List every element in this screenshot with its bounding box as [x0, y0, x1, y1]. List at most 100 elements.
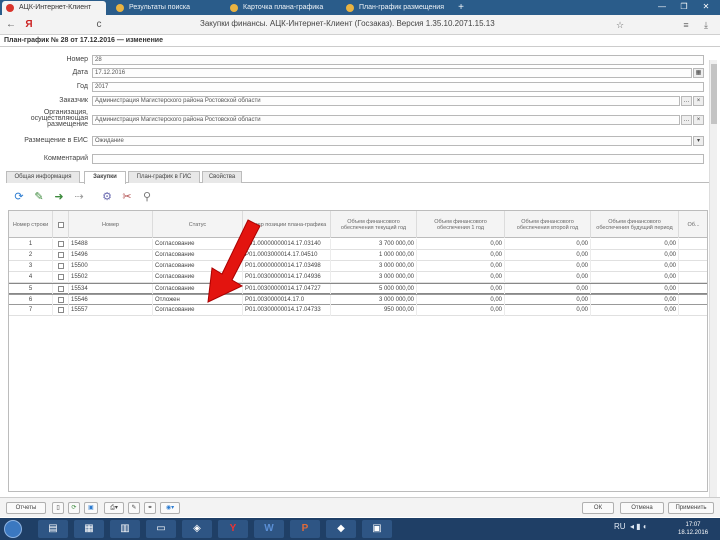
browser-tab-2[interactable]: Результаты поиска — [112, 1, 216, 15]
table-row[interactable]: 4 15502 Согласование P01.00300000014.17.049… — [9, 272, 707, 283]
table-row[interactable]: 3 15500 Согласование P01.00000000014.17.034… — [9, 261, 707, 272]
folder-icon[interactable]: ▭ — [146, 520, 176, 538]
minimize-button[interactable]: — — [652, 1, 672, 13]
taskbar-app-icon[interactable]: ▣ — [362, 520, 392, 538]
taskbar-app-icon[interactable]: ◈ — [182, 520, 212, 538]
apply-button[interactable]: Применить — [668, 502, 714, 514]
table-row[interactable]: 1 15488 Согласование P01.00000000014.17.031… — [9, 239, 707, 250]
date-field[interactable]: 17.12.2016 — [92, 68, 692, 78]
star-icon[interactable]: ☆ — [614, 18, 626, 32]
move-icon[interactable]: ⇢ — [72, 190, 86, 204]
download-icon[interactable]: ⤓ — [700, 18, 712, 32]
powerpoint-icon[interactable]: P — [290, 520, 320, 538]
tab-general-info[interactable]: Общая информация — [6, 171, 80, 183]
refresh-icon[interactable]: ⟳ — [12, 190, 26, 204]
save-icon[interactable]: ▣ — [84, 502, 98, 514]
filter-icon[interactable]: ⚲ — [140, 190, 154, 204]
back-button[interactable]: ← — [4, 18, 18, 32]
col-year-1[interactable]: Объем финансового обеспечения 1 год — [417, 211, 505, 238]
customer-select-button[interactable]: … — [681, 96, 692, 106]
refresh-small-icon[interactable]: ⟳ — [68, 502, 80, 514]
row-checkbox[interactable] — [58, 274, 64, 280]
maximize-button[interactable]: ❐ — [674, 1, 694, 13]
row-checkbox[interactable] — [58, 241, 64, 247]
yandex-logo-icon[interactable]: Я — [22, 18, 36, 32]
status-select[interactable]: Ожидание — [92, 136, 692, 146]
col-year-2[interactable]: Объем финансового обеспечения второй год — [505, 211, 591, 238]
yandex-browser-icon[interactable]: Y — [218, 520, 248, 538]
table-row[interactable]: 7 15557 Согласование P01.00300000014.17.047… — [9, 305, 707, 316]
tab-purchases[interactable]: Закупки — [84, 171, 126, 184]
row-checkbox[interactable] — [58, 297, 64, 303]
add-icon[interactable]: ➜ — [52, 190, 66, 204]
vertical-scrollbar[interactable] — [709, 60, 717, 500]
taskbar-app-icon[interactable]: ◆ — [326, 520, 356, 538]
comment-field[interactable] — [92, 154, 704, 164]
clock-time: 17:07 — [685, 522, 701, 528]
org-field[interactable]: Администрация Магистерского района Росто… — [92, 115, 680, 125]
number-field[interactable]: 28 — [92, 55, 704, 65]
attach-icon[interactable]: ✎ — [128, 502, 140, 514]
reports-button[interactable]: Отчеты — [6, 502, 46, 514]
row-checkbox[interactable] — [58, 286, 64, 292]
col-select-all[interactable] — [53, 211, 69, 238]
site-favicon-icon — [116, 4, 124, 12]
edit-icon[interactable]: ✎ — [32, 190, 46, 204]
select-all-checkbox[interactable] — [57, 221, 64, 228]
col-current-year[interactable]: Объем финансового обеспечения текущий го… — [331, 211, 417, 238]
scrollbar-thumb[interactable] — [711, 64, 717, 124]
reload-button[interactable]: с — [92, 18, 106, 32]
browser-tab-4[interactable]: План-график размещения — [342, 1, 448, 15]
comment-label: Комментарий — [43, 155, 88, 162]
word-icon[interactable]: W — [254, 520, 284, 538]
row-checkbox[interactable] — [58, 263, 64, 269]
browser-tab-1[interactable]: АЦК-Интернет-Клиент — [2, 1, 106, 15]
taskbar-app-icon[interactable]: ▦ — [74, 520, 104, 538]
browser-tab-3[interactable]: Карточка плана-графика — [226, 1, 336, 15]
clock[interactable]: 17:07 18.12.2016 — [678, 521, 708, 537]
language-indicator[interactable]: RU — [614, 522, 626, 531]
table-row[interactable]: 6 15546 Отложен P01.0030000014.17.0 3 000 00… — [9, 294, 707, 306]
chevron-down-icon[interactable]: ▾ — [693, 136, 704, 146]
cell-current-year: 950 000,00 — [331, 305, 417, 316]
start-button[interactable] — [4, 520, 22, 538]
close-window-button[interactable]: ✕ — [696, 1, 716, 13]
col-line-number[interactable]: Номер строки — [9, 211, 53, 238]
row-checkbox[interactable] — [58, 307, 64, 313]
url-field[interactable]: Закупки финансы. АЦК-Интернет-Клиент (Го… — [200, 19, 495, 28]
table-row[interactable]: 2 15496 Согласование P01.0003000014.17.0451… — [9, 250, 707, 261]
menu-icon[interactable]: ≡ — [680, 18, 692, 32]
ok-button[interactable]: ОК — [582, 502, 614, 514]
table-row[interactable]: 5 15534 Согласование P01.00300000014.17.047… — [9, 283, 707, 295]
new-tab-button[interactable]: + — [452, 1, 470, 15]
taskbar-app-icon[interactable]: ▤ — [38, 520, 68, 538]
tools-icon[interactable]: ✂ — [120, 190, 134, 204]
customer-clear-button[interactable]: × — [693, 96, 704, 106]
print-icon[interactable]: ⎙▾ — [104, 502, 124, 514]
cell-future: 0,00 — [591, 305, 679, 316]
site-favicon-icon — [230, 4, 238, 12]
row-checkbox[interactable] — [58, 252, 64, 258]
col-future[interactable]: Объем финансового обеспечения будущий пе… — [591, 211, 679, 238]
tab-properties[interactable]: Свойства — [202, 171, 242, 183]
tab-plan-gis[interactable]: План-график в ГИС — [128, 171, 200, 183]
year-field[interactable]: 2017 — [92, 82, 704, 92]
doc-icon[interactable]: ▯ — [52, 502, 64, 514]
calendar-icon[interactable]: ▦ — [693, 68, 704, 78]
cancel-button[interactable]: Отмена — [620, 502, 664, 514]
tray-icons[interactable]: ◂ ▮ ◐ — [630, 522, 648, 531]
cell-current-year: 1 000 000,00 — [331, 250, 417, 261]
cell-current-year: 3 700 000,00 — [331, 239, 417, 250]
globe-icon[interactable]: ◉▾ — [160, 502, 180, 514]
cell-future: 0,00 — [591, 239, 679, 250]
taskbar-app-icon[interactable]: ▥ — [110, 520, 140, 538]
customer-field[interactable]: Администрация Магистерского района Росто… — [92, 96, 680, 106]
cell-checkbox — [53, 250, 69, 261]
org-select-button[interactable]: … — [681, 115, 692, 125]
settings-icon[interactable]: ⚙ — [100, 190, 114, 204]
col-more[interactable]: Об... — [679, 211, 707, 238]
org-clear-button[interactable]: × — [693, 115, 704, 125]
link-icon[interactable]: ⚭ — [144, 502, 156, 514]
col-number[interactable]: Номер — [69, 211, 153, 238]
cell-year-2: 0,00 — [505, 250, 591, 261]
